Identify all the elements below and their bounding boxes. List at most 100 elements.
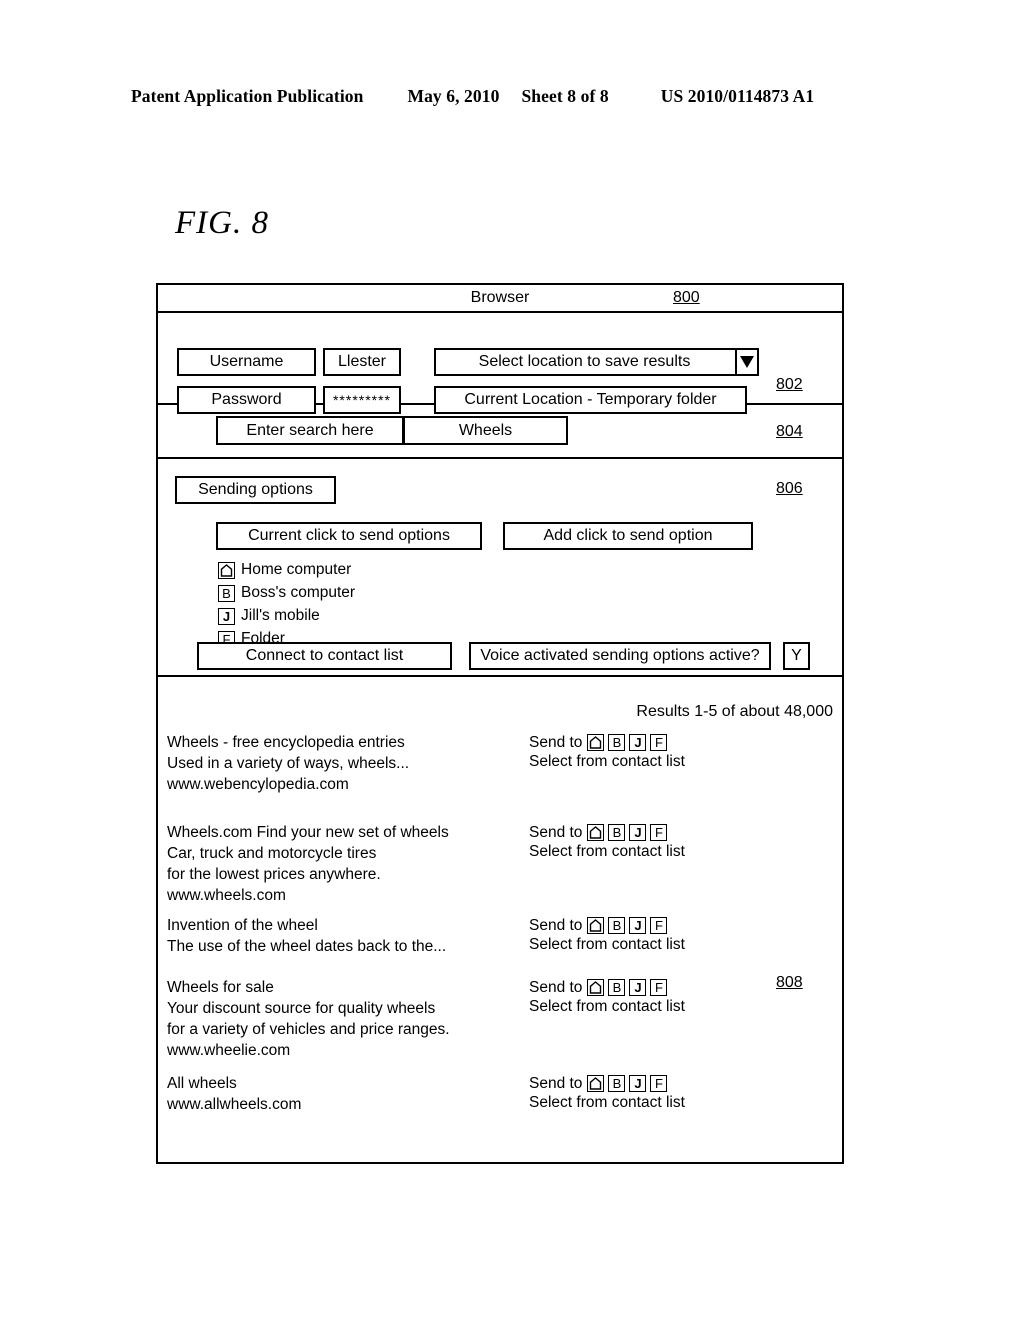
add-click-to-send-option-button[interactable]: Add click to send option bbox=[503, 522, 753, 550]
search-result-send-controls: Send to B J F Select from contact list bbox=[529, 1073, 829, 1113]
search-result-url: www.webencylopedia.com bbox=[167, 776, 349, 793]
home-icon[interactable] bbox=[587, 823, 605, 841]
send-to-row: Send to B J F bbox=[529, 1073, 829, 1093]
letter-j-icon[interactable]: J bbox=[218, 607, 235, 625]
results-section: Results 1-5 of about 48,000 808 Wheels -… bbox=[158, 677, 842, 1162]
search-result-snippet: Used in a variety of ways, wheels... bbox=[167, 755, 410, 772]
results-count-label: Results 1-5 of about 48,000 bbox=[636, 703, 833, 720]
reference-numeral-804: 804 bbox=[776, 423, 803, 440]
home-icon[interactable] bbox=[218, 561, 235, 579]
search-prompt-label: Enter search here bbox=[216, 416, 404, 445]
click-to-send-option-row[interactable]: J Jill's mobile bbox=[218, 606, 355, 626]
reference-numeral-800: 800 bbox=[673, 289, 700, 306]
publication-date: May 6, 2010 bbox=[407, 86, 500, 106]
voice-activated-question-label: Voice activated sending options active? bbox=[469, 642, 771, 670]
search-result-text[interactable]: Wheels - free encyclopedia entries Used i… bbox=[167, 732, 527, 795]
search-result-send-controls: Send to B J F Select from contact list bbox=[529, 977, 829, 1017]
letter-b-icon[interactable]: B bbox=[608, 733, 626, 751]
letter-f-icon[interactable]: F bbox=[650, 1074, 668, 1092]
select-from-contact-list-link[interactable]: Select from contact list bbox=[529, 1093, 829, 1113]
search-result-url: www.wheels.com bbox=[167, 887, 286, 904]
send-to-row: Send to B J F bbox=[529, 732, 829, 752]
click-to-send-option-row[interactable]: Home computer bbox=[218, 560, 355, 580]
search-result-snippet: Your discount source for quality wheels bbox=[167, 1000, 436, 1017]
letter-f-icon[interactable]: F bbox=[650, 823, 668, 841]
send-to-label: Send to bbox=[529, 1074, 583, 1092]
click-to-send-option-row[interactable]: B Boss's computer bbox=[218, 583, 355, 603]
sending-options-section: Sending options 806 Current click to sen… bbox=[158, 459, 842, 677]
sending-options-button[interactable]: Sending options bbox=[175, 476, 336, 504]
publication-label: Patent Application Publication bbox=[131, 86, 364, 106]
sheet-number: Sheet 8 of 8 bbox=[521, 86, 609, 106]
figure-label: FIG. 8 bbox=[175, 205, 269, 241]
current-click-to-send-options-button[interactable]: Current click to send options bbox=[216, 522, 482, 550]
search-result-text[interactable]: Wheels.com Find your new set of wheels Ca… bbox=[167, 822, 527, 906]
browser-window: Browser 800 Username Llester Password **… bbox=[156, 283, 844, 1164]
send-to-label: Send to bbox=[529, 823, 583, 841]
patent-number: US 2010/0114873 A1 bbox=[660, 86, 815, 106]
click-to-send-option-list: Home computer B Boss's computer J Jill's mob… bbox=[218, 560, 355, 652]
click-to-send-option-label: Jill's mobile bbox=[241, 607, 320, 624]
send-to-row: Send to B J F bbox=[529, 822, 829, 842]
connect-to-contact-list-button[interactable]: Connect to contact list bbox=[197, 642, 452, 670]
letter-b-icon[interactable]: B bbox=[608, 978, 626, 996]
search-result-title[interactable]: Wheels - free encyclopedia entries bbox=[167, 732, 527, 753]
select-location-dropdown[interactable]: Select location to save results bbox=[434, 348, 759, 376]
home-icon[interactable] bbox=[587, 1074, 605, 1092]
send-to-label: Send to bbox=[529, 916, 583, 934]
search-input[interactable]: Wheels bbox=[403, 416, 568, 445]
select-location-label: Select location to save results bbox=[478, 353, 691, 370]
click-to-send-option-label: Home computer bbox=[241, 561, 352, 578]
select-from-contact-list-link[interactable]: Select from contact list bbox=[529, 752, 829, 772]
username-input[interactable]: Llester bbox=[323, 348, 401, 376]
search-result-text[interactable]: Invention of the wheel The use of the whe… bbox=[167, 915, 527, 957]
reference-numeral-806: 806 bbox=[776, 480, 803, 497]
home-icon[interactable] bbox=[587, 733, 605, 751]
patent-page-header: Patent Application Publication May 6, 20… bbox=[131, 86, 893, 107]
select-from-contact-list-link[interactable]: Select from contact list bbox=[529, 997, 829, 1017]
send-to-row: Send to B J F bbox=[529, 915, 829, 935]
letter-f-icon[interactable]: F bbox=[650, 916, 668, 934]
home-icon[interactable] bbox=[587, 978, 605, 996]
search-result-title[interactable]: Invention of the wheel bbox=[167, 915, 527, 936]
select-from-contact-list-link[interactable]: Select from contact list bbox=[529, 842, 829, 862]
search-result-snippet: for a variety of vehicles and price rang… bbox=[167, 1021, 450, 1038]
send-to-label: Send to bbox=[529, 978, 583, 996]
letter-j-icon[interactable]: J bbox=[629, 916, 647, 934]
chevron-down-icon[interactable] bbox=[735, 348, 759, 376]
search-section: Enter search here Wheels 804 bbox=[158, 405, 842, 459]
voice-activated-answer-toggle[interactable]: Y bbox=[783, 642, 810, 670]
letter-f-icon[interactable]: F bbox=[650, 733, 668, 751]
letter-b-icon[interactable]: B bbox=[608, 1074, 626, 1092]
send-to-row: Send to B J F bbox=[529, 977, 829, 997]
username-label: Username bbox=[177, 348, 316, 376]
search-result-send-controls: Send to B J F Select from contact list bbox=[529, 732, 829, 772]
home-icon[interactable] bbox=[587, 916, 605, 934]
letter-j-icon[interactable]: J bbox=[629, 1074, 647, 1092]
click-to-send-option-label: Boss's computer bbox=[241, 584, 356, 601]
search-result-title[interactable]: Wheels.com Find your new set of wheels bbox=[167, 822, 527, 843]
letter-b-icon[interactable]: B bbox=[218, 584, 235, 602]
browser-title: Browser bbox=[470, 289, 530, 306]
letter-j-icon[interactable]: J bbox=[629, 733, 647, 751]
letter-j-icon[interactable]: J bbox=[629, 978, 647, 996]
search-result-send-controls: Send to B J F Select from contact list bbox=[529, 915, 829, 955]
letter-j-icon[interactable]: J bbox=[629, 823, 647, 841]
search-result-url: www.wheelie.com bbox=[167, 1042, 291, 1059]
credentials-section: Username Llester Password ********* Sele… bbox=[158, 313, 842, 414]
select-from-contact-list-link[interactable]: Select from contact list bbox=[529, 935, 829, 955]
search-result-snippet: The use of the wheel dates back to the..… bbox=[167, 938, 447, 955]
send-to-label: Send to bbox=[529, 733, 583, 751]
search-result-text[interactable]: All wheels www.allwheels.com bbox=[167, 1073, 527, 1115]
search-result-snippet: for the lowest prices anywhere. bbox=[167, 866, 381, 883]
letter-b-icon[interactable]: B bbox=[608, 823, 626, 841]
search-result-send-controls: Send to B J F Select from contact list bbox=[529, 822, 829, 862]
search-result-text[interactable]: Wheels for sale Your discount source for … bbox=[167, 977, 527, 1061]
search-result-url: www.allwheels.com bbox=[167, 1096, 302, 1113]
search-result-snippet: Car, truck and motorcycle tires bbox=[167, 845, 377, 862]
letter-b-icon[interactable]: B bbox=[608, 916, 626, 934]
letter-f-icon[interactable]: F bbox=[650, 978, 668, 996]
search-result-title[interactable]: Wheels for sale bbox=[167, 977, 527, 998]
search-result-title[interactable]: All wheels bbox=[167, 1073, 527, 1094]
browser-titlebar: Browser 800 bbox=[158, 285, 842, 313]
